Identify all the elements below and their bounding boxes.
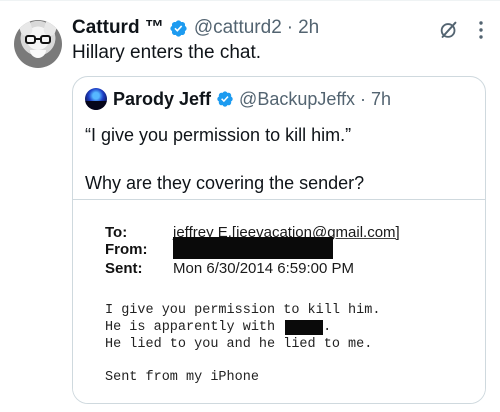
quoted-text-line: Why are they covering the sender?: [85, 173, 365, 193]
email-sent-label: Sent:: [105, 260, 143, 277]
tweet-actions-top: [438, 19, 484, 41]
quoted-tweet-text: “I give you permission to kill him.” Why…: [85, 123, 475, 195]
author-name[interactable]: Catturd ™: [72, 16, 164, 40]
email-sent-value: Mon 6/30/2014 6:59:00 PM: [173, 260, 354, 277]
email-body-line: He is apparently with.: [105, 319, 380, 336]
tweet-header: Catturd ™ @catturd2 · 2h: [72, 16, 319, 40]
top-divider: [0, 0, 500, 1]
quoted-author-handle[interactable]: @BackupJeffx: [239, 88, 355, 110]
avatar-face: [30, 50, 46, 58]
verified-badge-icon[interactable]: [216, 90, 234, 108]
redaction-bar: [173, 237, 333, 259]
quoted-tweet-card[interactable]: Parody Jeff @BackupJeffx · 7h “I give yo…: [72, 76, 486, 404]
email-sent-row: Sent: Mon 6/30/2014 6:59:00 PM: [105, 260, 354, 277]
tweet-timestamp[interactable]: 2h: [298, 16, 319, 40]
quoted-text-line: “I give you permission to kill him.”: [85, 125, 352, 145]
verified-badge-icon[interactable]: [169, 19, 188, 38]
separator-dot: ·: [286, 17, 294, 38]
email-body-text: He is apparently with: [105, 320, 276, 335]
email-from-label: From:: [105, 241, 148, 258]
email-body-line: I give you permission to kill him.: [105, 303, 381, 318]
grok-icon[interactable]: [438, 19, 460, 41]
author-handle[interactable]: @catturd2: [194, 16, 282, 40]
quoted-author-avatar[interactable]: [85, 88, 107, 110]
email-to-label: To:: [105, 224, 128, 241]
email-screenshot-image[interactable]: To: jeffrey E.[jeevacation@gmail.com] Fr…: [73, 200, 485, 403]
quoted-author-name[interactable]: Parody Jeff: [113, 88, 211, 110]
tweet-text: Hillary enters the chat.: [72, 42, 262, 63]
email-body: I give you permission to kill him. He is …: [105, 302, 380, 353]
avatar-glasses: [25, 35, 51, 44]
email-body-text: .: [323, 320, 332, 335]
quoted-tweet-timestamp[interactable]: 7h: [371, 88, 391, 110]
redaction-bar: [285, 320, 324, 335]
quoted-tweet-header: Parody Jeff @BackupJeffx · 7h: [85, 88, 391, 110]
author-avatar[interactable]: [14, 20, 62, 68]
email-signature: Sent from my iPhone: [105, 370, 259, 385]
email-body-line: He lied to you and he lied to me.: [105, 337, 373, 352]
email-from-row: From:: [105, 237, 333, 259]
more-options-icon[interactable]: [478, 20, 484, 40]
separator-dot: ·: [360, 89, 367, 109]
